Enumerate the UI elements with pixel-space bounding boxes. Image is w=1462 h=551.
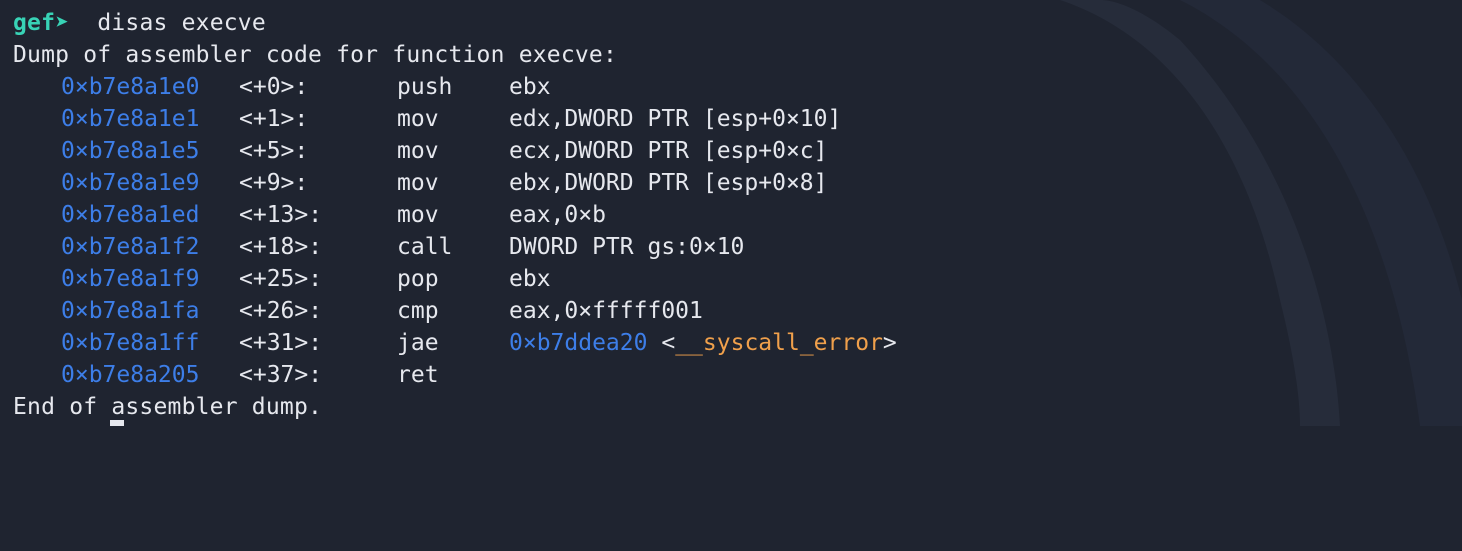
asm-offset: <+37>: xyxy=(239,362,323,388)
asm-address: 0×b7e8a205 xyxy=(61,362,200,388)
asm-operands: DWORD PTR gs:0×10 xyxy=(509,234,745,260)
gef-prompt: gef➤ xyxy=(13,10,70,36)
asm-row: 0×b7e8a1fa <+26>: cmp eax,0×fffff001 xyxy=(0,295,1462,327)
asm-mnemonic: call xyxy=(397,234,453,260)
asm-offset: <+5>: xyxy=(239,138,309,164)
text-cursor xyxy=(110,420,124,426)
asm-address: 0×b7e8a1e5 xyxy=(61,138,200,164)
asm-mnemonic: mov xyxy=(397,170,439,196)
dump-header: Dump of assembler code for function exec… xyxy=(13,42,618,68)
jump-target-symbol: __syscall_error xyxy=(675,330,883,356)
asm-address: 0×b7e8a1ff xyxy=(61,330,200,356)
asm-operands: ebx,DWORD PTR [esp+0×8] xyxy=(509,170,828,196)
asm-mnemonic: ret xyxy=(397,362,439,388)
asm-row: 0×b7e8a205 <+37>: ret xyxy=(0,359,1462,391)
asm-operands: ebx xyxy=(509,266,551,292)
jump-target-address: 0×b7ddea20 xyxy=(509,330,648,356)
asm-offset: <+13>: xyxy=(239,202,323,228)
asm-row: 0×b7e8a1f9 <+25>: pop ebx xyxy=(0,263,1462,295)
asm-row: 0×b7e8a1e9 <+9>: mov ebx,DWORD PTR [esp+… xyxy=(0,167,1462,199)
prompt-line: gef➤ disas execve xyxy=(13,7,266,39)
asm-row: 0×b7e8a1e0 <+0>: push ebx xyxy=(0,71,1462,103)
asm-address: 0×b7e8a1fa xyxy=(61,298,200,324)
asm-mnemonic: mov xyxy=(397,202,439,228)
asm-operands: eax,0×b xyxy=(509,202,606,228)
asm-mnemonic: jae xyxy=(397,330,439,356)
asm-offset: <+25>: xyxy=(239,266,323,292)
symbol-close-bracket: > xyxy=(882,330,897,356)
asm-row: 0×b7e8a1e5 <+5>: mov ecx,DWORD PTR [esp+… xyxy=(0,135,1462,167)
asm-mnemonic: mov xyxy=(397,138,439,164)
asm-offset: <+31>: xyxy=(239,330,323,356)
asm-row: 0×b7e8a1ff <+31>: jae 0×b7ddea20 <__sysc… xyxy=(0,327,1462,359)
asm-mnemonic: pop xyxy=(397,266,439,292)
asm-operands: eax,0×fffff001 xyxy=(509,298,703,324)
asm-mnemonic: push xyxy=(397,74,453,100)
asm-operands: ebx xyxy=(509,74,551,100)
asm-address: 0×b7e8a1e1 xyxy=(61,106,200,132)
asm-offset: <+1>: xyxy=(239,106,309,132)
asm-row: 0×b7e8a1ed <+13>: mov eax,0×b xyxy=(0,199,1462,231)
asm-address: 0×b7e8a1ed xyxy=(61,202,200,228)
asm-offset: <+18>: xyxy=(239,234,323,260)
asm-mnemonic: cmp xyxy=(397,298,439,324)
asm-address: 0×b7e8a1f2 xyxy=(61,234,200,260)
asm-offset: <+9>: xyxy=(239,170,309,196)
asm-row: 0×b7e8a1e1 <+1>: mov edx,DWORD PTR [esp+… xyxy=(0,103,1462,135)
terminal-window[interactable]: gef➤ disas execve Dump of assembler code… xyxy=(0,0,1462,426)
asm-operands: edx,DWORD PTR [esp+0×10] xyxy=(509,106,842,132)
asm-mnemonic: mov xyxy=(397,106,439,132)
asm-address: 0×b7e8a1e9 xyxy=(61,170,200,196)
asm-offset: <+26>: xyxy=(239,298,323,324)
asm-address: 0×b7e8a1e0 xyxy=(61,74,200,100)
asm-jump-target: 0×b7ddea20 <__syscall_error> xyxy=(509,327,897,359)
dump-footer: End of assembler dump. xyxy=(13,394,323,420)
asm-offset: <+0>: xyxy=(239,74,309,100)
symbol-open-bracket: < xyxy=(661,330,676,356)
command-text: disas execve xyxy=(97,10,266,36)
asm-row: 0×b7e8a1f2 <+18>: call DWORD PTR gs:0×10 xyxy=(0,231,1462,263)
asm-address: 0×b7e8a1f9 xyxy=(61,266,200,292)
asm-operands: ecx,DWORD PTR [esp+0×c] xyxy=(509,138,828,164)
